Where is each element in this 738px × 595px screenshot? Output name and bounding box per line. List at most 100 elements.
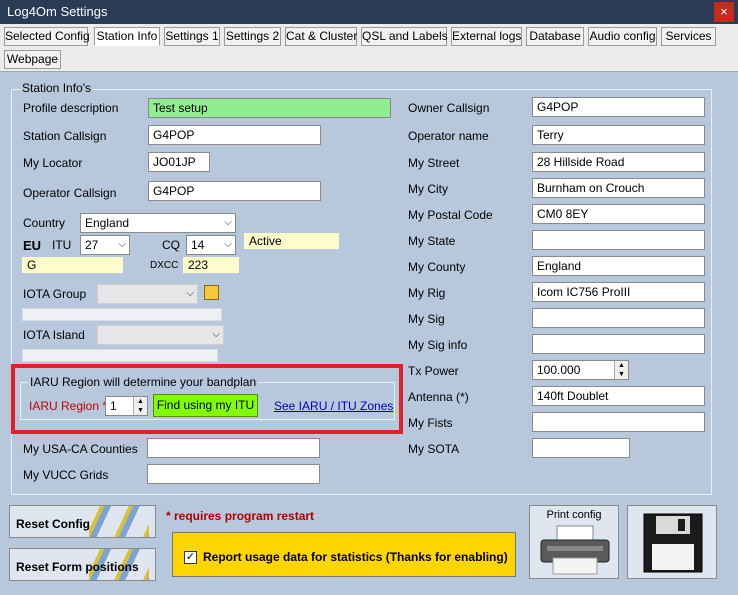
locator-input[interactable]: JO01JP [148,152,210,172]
cq-label: CQ [162,238,180,252]
title-bar: Log4Om Settings × [0,0,738,24]
iota-group-name [22,308,222,321]
iaru-region-label: IARU Region * [29,399,108,413]
reset-config-button[interactable]: Reset Config [9,505,156,538]
locator-label: My Locator [23,156,83,170]
chevron-down-icon: ⌵ [118,239,126,250]
printer-icon [540,525,610,575]
itu-value: 27 [85,238,99,252]
fists-input[interactable] [532,412,705,432]
sota-label: My SOTA [408,442,460,456]
restart-note: * requires program restart [166,509,315,523]
sig-input[interactable] [532,308,705,328]
state-label: My State [408,234,456,248]
spin-arrows-icon[interactable]: ▲ ▼ [614,361,628,379]
window-title: Log4Om Settings [7,4,108,19]
street-input[interactable]: 28 Hillside Road [532,152,705,172]
chevron-down-icon: ⌵ [186,288,194,299]
antenna-input[interactable]: 140ft Doublet [532,386,705,406]
station-callsign-input[interactable]: G4POP [148,125,321,145]
tab-database[interactable]: Database [526,27,584,46]
report-usage-box: ✓ Report usage data for statistics (Than… [172,532,516,577]
city-label: My City [408,182,448,196]
tab-qsl-labels[interactable]: QSL and Labels [361,27,448,46]
print-config-button[interactable]: Print config [529,505,619,579]
iaru-title: IARU Region will determine your bandplan [28,375,259,389]
iaru-region-value: 1 [110,399,117,413]
state-input[interactable] [532,230,705,250]
chevron-down-icon: ⌵ [224,239,232,250]
spin-arrows-icon[interactable]: ▲ ▼ [133,397,147,415]
dxcc-label: DXCC [150,260,179,271]
city-input[interactable]: Burnham on Crouch [532,178,705,198]
itu-select[interactable]: 27 ⌵ [80,235,130,255]
sig-info-label: My Sig info [408,338,468,352]
operator-callsign-label: Operator Callsign [23,186,117,200]
station-info-panel: Station Info's Profile description Test … [0,72,738,595]
status-badge: Active [244,233,339,249]
reset-config-label: Reset Config [16,517,91,531]
prefix-field: G [22,257,123,273]
cq-value: 14 [191,238,205,252]
dxcc-field: 223 [183,257,239,273]
iota-island-label: IOTA Island [23,328,85,342]
operator-callsign-input[interactable]: G4POP [148,181,321,201]
iota-island-select[interactable]: ⌵ [97,325,224,345]
tab-settings-2[interactable]: Settings 2 [224,27,281,46]
street-label: My Street [408,156,460,170]
save-button[interactable] [627,505,717,579]
close-button[interactable]: × [714,2,734,22]
cq-select[interactable]: 14 ⌵ [186,235,236,255]
report-usage-checkbox[interactable]: ✓ [184,551,197,564]
tx-power-spinner[interactable]: 100.000 ▲ ▼ [532,360,629,380]
usaca-input[interactable] [147,438,320,458]
tab-cat-cluster[interactable]: Cat & Cluster [285,27,357,46]
tab-webpage[interactable]: Webpage [4,50,61,69]
floppy-disk-icon [643,513,703,573]
county-input[interactable]: England [532,256,705,276]
tx-power-label: Tx Power [408,364,459,378]
tab-services[interactable]: Services [661,27,716,46]
country-select[interactable]: England ⌵ [80,213,236,233]
tx-power-value: 100.000 [537,363,581,377]
postal-code-input[interactable]: CM0 8EY [532,204,705,224]
country-label: Country [23,216,66,230]
profile-input[interactable]: Test setup [148,98,391,118]
report-usage-label: Report usage data for statistics (Thanks… [203,550,508,564]
lock-icon[interactable] [204,285,219,300]
tab-station-info[interactable]: Station Info [94,27,160,46]
sig-info-input[interactable] [532,334,705,354]
stripes-decoration [89,506,149,537]
operator-name-label: Operator name [408,129,489,143]
postal-code-label: My Postal Code [408,208,493,222]
antenna-label: Antenna (*) [408,390,469,404]
fists-label: My Fists [408,416,453,430]
tab-external-logs[interactable]: External logs [451,27,522,46]
operator-name-input[interactable]: Terry [532,125,705,145]
chevron-down-icon: ⌵ [212,329,220,340]
group-title: Station Info's [20,81,93,95]
iota-island-name [22,349,218,362]
rig-input[interactable]: Icom IC756 ProIII [532,282,705,302]
iaru-zones-link[interactable]: See IARU / ITU Zones [274,399,393,413]
itu-label: ITU [52,238,72,252]
vucc-input[interactable] [147,464,320,484]
usaca-label: My USA-CA Counties [23,442,138,456]
settings-window: Log4Om Settings × Selected Config Statio… [0,0,738,595]
iota-group-select[interactable]: ⌵ [97,284,198,304]
station-callsign-label: Station Callsign [23,129,107,143]
tab-strip: Selected Config Station Info Settings 1 … [0,24,738,72]
find-using-itu-button[interactable]: Find using my ITU [153,394,258,417]
tab-selected-config[interactable]: Selected Config [4,27,90,46]
owner-callsign-label: Owner Callsign [408,101,490,115]
tab-settings-1[interactable]: Settings 1 [164,27,220,46]
print-config-label: Print config [546,509,602,521]
iaru-region-spinner[interactable]: 1 ▲ ▼ [105,396,148,416]
reset-form-button[interactable]: Reset Form positions [9,548,156,581]
continent-label: EU [23,238,42,253]
sota-input[interactable] [532,438,630,458]
rig-label: My Rig [408,286,446,300]
tab-audio-config[interactable]: Audio config [588,27,657,46]
vucc-label: My VUCC Grids [23,468,109,482]
owner-callsign-input[interactable]: G4POP [532,97,705,117]
